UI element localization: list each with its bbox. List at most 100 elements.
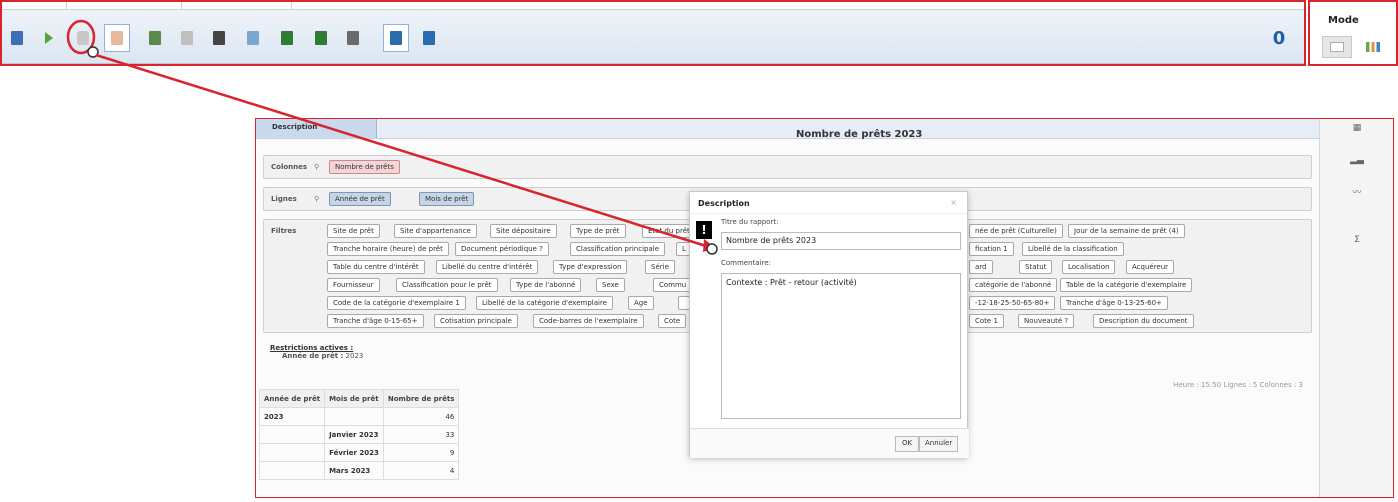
report-title-label: Titre du rapport: (721, 218, 779, 226)
description-tab[interactable]: Description (256, 119, 377, 138)
col-header[interactable]: Année de prêt (258, 389, 326, 408)
mode-panel: Mode (1308, 0, 1398, 66)
filter-chip[interactable]: Fournisseur (327, 278, 380, 292)
filter-chip[interactable]: Acquéreur (1126, 260, 1175, 274)
filter-chip[interactable]: Série (645, 260, 675, 274)
filter-chip[interactable]: Libellé du centre d'intérêt (436, 260, 539, 274)
filter-chip[interactable]: Code-barres de l'exemplaire (533, 314, 644, 328)
table-cell (258, 461, 326, 480)
comment-label: Commentaire: (721, 259, 771, 267)
tree-icon (213, 31, 225, 45)
excel-export-icon (315, 31, 327, 45)
filter-chip[interactable]: Age (628, 296, 654, 310)
filter-chip[interactable]: Cote (658, 314, 687, 328)
filter-chip[interactable]: Code de la catégorie d'exemplaire 1 (327, 296, 466, 310)
tab[interactable] (67, 2, 182, 10)
bar-chart-icon[interactable]: ▂▃ (1320, 155, 1394, 165)
filter-chip[interactable]: Libellé de la classification (1022, 242, 1124, 256)
close-icon[interactable]: × (950, 198, 957, 207)
report-title: Nombre de prêts 2023 (796, 129, 923, 140)
columns-row: Colonnes ⚲ Nombre de prêts (263, 155, 1312, 179)
filter-chip[interactable]: Tranche d'âge 0-15-65+ (327, 314, 424, 328)
dialog-title: Description (690, 192, 967, 214)
chip-mois-de-pret[interactable]: Mois de prêt (419, 192, 475, 206)
tab[interactable] (2, 2, 67, 10)
filter-chip[interactable]: ard (969, 260, 993, 274)
doc-button[interactable] (340, 24, 366, 52)
chip-annee-de-pret[interactable]: Année de prêt (329, 192, 391, 206)
filter-chip[interactable]: Cote 1 (969, 314, 1004, 328)
filter-chip[interactable]: Site de prêt (327, 224, 380, 238)
status-line: Heure : 15:50 Lignes : 5 Colonnes : 3 (1173, 381, 1303, 389)
excel-button[interactable] (274, 24, 300, 52)
line-chart-icon[interactable]: 〰 (1320, 185, 1394, 198)
chart-mode-button[interactable] (1358, 36, 1388, 58)
tree-button[interactable] (206, 24, 232, 52)
search-icon[interactable]: ⚲ (314, 195, 319, 203)
calculator-button[interactable] (416, 24, 442, 52)
comment-textarea[interactable]: Contexte : Prêt - retour (activité) (721, 273, 961, 419)
filter-chip[interactable]: Site dépositaire (490, 224, 557, 238)
filter-chip[interactable]: Cotisation principale (434, 314, 518, 328)
filter-chip[interactable]: Etat du prêt (642, 224, 696, 238)
filter-chip[interactable]: Type de l'abonné (510, 278, 582, 292)
filter-chip[interactable]: Table du centre d'intérêt (327, 260, 425, 274)
description-dialog: Description × ! Titre du rapport: Nombre… (689, 191, 969, 458)
filter-chip[interactable]: Description du document (1093, 314, 1194, 328)
refresh-button[interactable] (240, 24, 266, 52)
run-button[interactable] (36, 24, 62, 52)
table-cell: Février 2023 (324, 443, 384, 462)
filter-chip[interactable]: Type de prêt (570, 224, 626, 238)
filter-chip[interactable]: -12-18-25-50-65-80+ (969, 296, 1056, 310)
filter-chip[interactable]: Site d'appartenance (394, 224, 477, 238)
filter-chip[interactable]: Nouveauté ? (1018, 314, 1075, 328)
col-header[interactable]: Nombre de prêts (382, 389, 460, 408)
description-button[interactable] (70, 24, 96, 52)
filter-chip[interactable]: Statut (1019, 260, 1053, 274)
filters-label: Filtres (271, 227, 297, 235)
filter-chip[interactable]: née de prêt (Culturelle) (969, 224, 1063, 238)
filter-chip[interactable]: Type d'expression (553, 260, 628, 274)
sum-icon[interactable]: Σ (1320, 235, 1394, 245)
ok-button[interactable]: OK (895, 436, 920, 452)
table-cell: Janvier 2023 (324, 425, 384, 444)
search-icon[interactable]: ⚲ (314, 163, 319, 171)
table-cell: 2023 (258, 407, 326, 426)
chip-nombre-de-prets[interactable]: Nombre de prêts (329, 160, 400, 174)
formula-icon (181, 31, 193, 45)
table-mode-button[interactable] (1322, 36, 1352, 58)
filter-chip[interactable]: Tranche d'âge 0-13-25-60+ (1060, 296, 1168, 310)
filter-chip[interactable]: Table de la catégorie d'exemplaire (1060, 278, 1193, 292)
warning-icon: ! (696, 221, 712, 239)
formula-button[interactable] (174, 24, 200, 52)
table-row: Février 2023 9 (258, 443, 460, 462)
filter-chip[interactable]: Localisation (1062, 260, 1116, 274)
portrait-button[interactable] (383, 24, 409, 52)
cancel-button[interactable]: Annuler (919, 436, 959, 452)
calculator-icon (423, 31, 435, 45)
lines-label: Lignes (271, 195, 297, 203)
export-button[interactable] (142, 24, 168, 52)
document-icon (347, 31, 359, 45)
filter-chip[interactable]: catégorie de l'abonné (969, 278, 1058, 292)
filter-chip[interactable]: Classification principale (570, 242, 666, 256)
filter-chip[interactable]: Libellé de la catégorie d'exemplaire (476, 296, 613, 310)
filter-chip[interactable]: Commu (653, 278, 693, 292)
save-button[interactable] (4, 24, 30, 52)
report-title-input[interactable]: Nombre de prêts 2023 (721, 232, 961, 250)
top-toolbar-frame: 0 (0, 0, 1306, 66)
filter-chip[interactable]: Sexe (596, 278, 625, 292)
filter-chip[interactable]: Document périodique ? (455, 242, 549, 256)
tab[interactable] (182, 2, 292, 10)
filter-chip[interactable]: Jour de la semaine de prêt (4) (1068, 224, 1185, 238)
grid-mode-icon[interactable]: ▦ (1320, 123, 1394, 133)
filter-chip[interactable]: Tranche horaire (heure) de prêt (327, 242, 449, 256)
filter-chip[interactable]: Classification pour le prêt (396, 278, 498, 292)
filter-chip[interactable]: fication 1 (969, 242, 1014, 256)
table-row: Janvier 2023 33 (258, 425, 460, 444)
excel-export-button[interactable] (308, 24, 334, 52)
layout-button[interactable] (104, 24, 130, 52)
col-header[interactable]: Mois de prêt (324, 389, 384, 408)
table-row: Mars 2023 4 (258, 461, 460, 480)
restriction-item[interactable]: Année de prêt : 2023 (282, 352, 363, 360)
